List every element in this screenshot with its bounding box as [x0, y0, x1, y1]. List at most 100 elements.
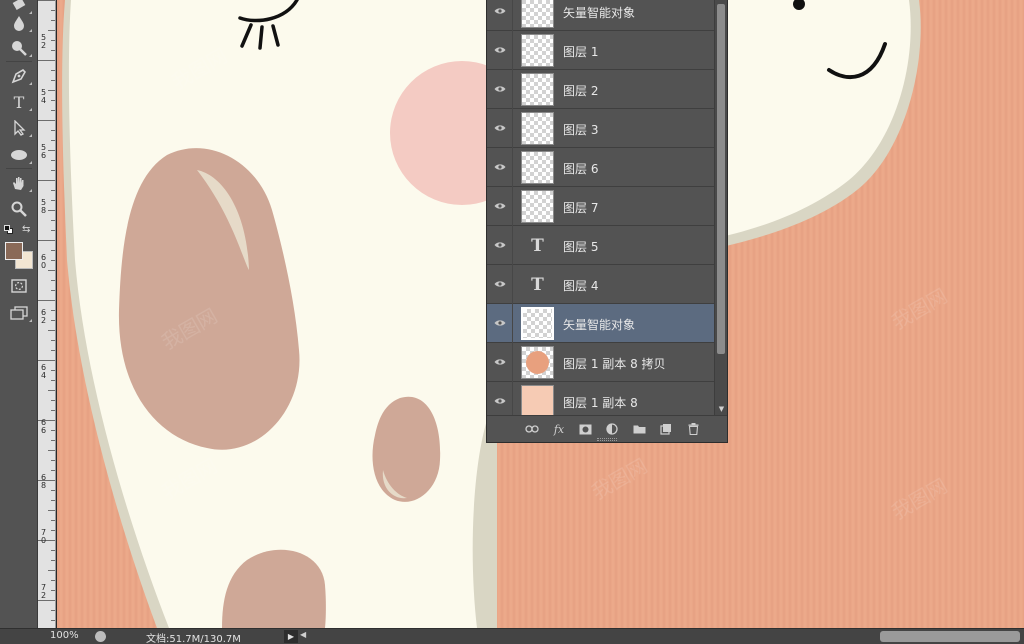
scroll-down-arrow-icon[interactable]: ▼ — [717, 405, 726, 413]
status-menu-arrow-icon[interactable]: ▶ — [284, 630, 298, 643]
layer-name[interactable]: 矢量智能对象 — [563, 4, 635, 21]
new-layer-icon[interactable] — [657, 421, 675, 437]
dodge-tool-icon[interactable] — [6, 37, 32, 59]
visibility-eye-icon[interactable] — [493, 4, 507, 18]
document-status-icon[interactable] — [95, 631, 106, 642]
ruler-tick — [51, 170, 55, 171]
layer-name[interactable]: 图层 1 副本 8 拷贝 — [563, 355, 666, 372]
ruler-tick — [51, 470, 55, 471]
ruler-label: 56 — [41, 143, 47, 160]
zoom-tool-icon[interactable] — [6, 198, 32, 220]
foreground-color-swatch[interactable] — [5, 242, 23, 260]
visibility-eye-icon[interactable] — [493, 82, 507, 96]
visibility-eye-icon[interactable] — [493, 160, 507, 174]
layer-name[interactable]: 图层 6 — [563, 160, 598, 177]
add-mask-icon[interactable] — [576, 421, 594, 437]
visibility-eye-icon[interactable] — [493, 238, 507, 252]
layer-name[interactable]: 图层 2 — [563, 82, 598, 99]
layer-row[interactable]: 图层 7 — [487, 187, 714, 226]
document-info: 文档:51.7M/130.7M — [146, 634, 241, 644]
layers-footer: fx — [487, 415, 727, 442]
layer-row[interactable]: 图层 1 — [487, 31, 714, 70]
link-layers-icon[interactable] — [523, 421, 541, 437]
layer-name[interactable]: 矢量智能对象 — [563, 316, 635, 333]
ruler-tick — [51, 350, 55, 351]
layer-thumbnail — [521, 73, 554, 106]
visibility-eye-icon[interactable] — [493, 316, 507, 330]
visibility-eye-icon[interactable] — [493, 199, 507, 213]
ruler-tick — [48, 30, 55, 31]
hand-tool-icon[interactable] — [6, 172, 32, 194]
visibility-eye-icon[interactable] — [493, 43, 507, 57]
scroll-left-arrow-icon[interactable]: ◀ — [300, 630, 306, 639]
blur-tool-icon[interactable] — [6, 12, 32, 34]
ruler-tick — [51, 10, 55, 11]
add-layer-style-icon[interactable]: fx — [550, 421, 568, 437]
ruler-tick — [48, 210, 55, 211]
zoom-level[interactable]: 100% — [50, 630, 79, 641]
layers-scrollbar[interactable]: ▼ — [714, 0, 727, 415]
ruler-label: 66 — [41, 418, 47, 435]
layer-row[interactable]: 矢量智能对象 — [487, 304, 714, 343]
visibility-eye-icon[interactable] — [493, 394, 507, 408]
panel-resize-grip[interactable] — [597, 438, 617, 441]
default-colors-icon[interactable] — [4, 225, 13, 234]
layer-row[interactable]: 图层 6 — [487, 148, 714, 187]
ruler-tick — [51, 590, 55, 591]
layer-name[interactable]: 图层 1 — [563, 43, 598, 60]
pen-tool-icon[interactable] — [6, 65, 32, 87]
ruler-tick — [51, 320, 55, 321]
layer-row[interactable]: 图层 1 副本 8 拷贝 — [487, 343, 714, 382]
ruler-tick — [51, 380, 55, 381]
ruler-tick — [51, 220, 55, 221]
quick-mask-icon[interactable] — [6, 275, 32, 297]
layer-row[interactable]: T 图层 5 — [487, 226, 714, 265]
layer-thumbnail — [521, 151, 554, 184]
ruler-tick — [38, 180, 55, 181]
ruler-tick — [48, 510, 55, 511]
screen-mode-icon[interactable] — [6, 302, 32, 324]
ruler-tick — [48, 150, 55, 151]
layer-row[interactable]: T 图层 4 — [487, 265, 714, 304]
new-adjustment-layer-icon[interactable] — [603, 421, 621, 437]
ruler-tick — [38, 0, 55, 1]
ruler-tick — [48, 330, 55, 331]
layer-thumbnail — [521, 34, 554, 67]
ruler-tick — [51, 100, 55, 101]
ruler-tick — [48, 90, 55, 91]
visibility-eye-icon[interactable] — [493, 355, 507, 369]
ellipse-tool-icon[interactable] — [6, 144, 32, 166]
layer-name[interactable]: 图层 3 — [563, 121, 598, 138]
layer-row[interactable]: 图层 2 — [487, 70, 714, 109]
layer-name[interactable]: 图层 1 副本 8 — [563, 394, 638, 411]
horizontal-scroll-thumb[interactable] — [880, 631, 1020, 642]
ruler-tick — [51, 70, 55, 71]
layer-name[interactable]: 图层 5 — [563, 238, 598, 255]
layer-row[interactable]: 图层 3 — [487, 109, 714, 148]
ruler-tick — [51, 430, 55, 431]
visibility-eye-icon[interactable] — [493, 277, 507, 291]
ruler-label: 52 — [41, 33, 47, 50]
layer-name[interactable]: 图层 7 — [563, 199, 598, 216]
ruler-tick — [51, 190, 55, 191]
swap-colors-icon[interactable]: ⇆ — [22, 224, 30, 235]
layers-scroll-thumb[interactable] — [717, 4, 725, 354]
ruler-tick — [48, 270, 55, 271]
delete-layer-icon[interactable] — [684, 421, 702, 437]
photoshop-window: T ⇆ 52 54 56 58 60 62 64 66 68 70 72 我图网… — [0, 0, 1024, 644]
ruler-tick — [51, 160, 55, 161]
layer-thumbnail — [521, 346, 554, 379]
ruler-tick — [51, 620, 55, 621]
layer-name[interactable]: 图层 4 — [563, 277, 598, 294]
ruler-label: 58 — [41, 198, 47, 215]
ruler-tick — [51, 40, 55, 41]
new-group-icon[interactable] — [630, 421, 648, 437]
ruler-tick — [51, 500, 55, 501]
type-tool-icon[interactable]: T — [6, 91, 32, 113]
ruler-label: 72 — [41, 583, 47, 600]
layer-thumbnail — [521, 385, 554, 418]
visibility-eye-icon[interactable] — [493, 121, 507, 135]
path-selection-tool-icon[interactable] — [6, 117, 32, 139]
ruler-tick — [38, 120, 55, 121]
layer-row[interactable]: 矢量智能对象 — [487, 0, 714, 31]
